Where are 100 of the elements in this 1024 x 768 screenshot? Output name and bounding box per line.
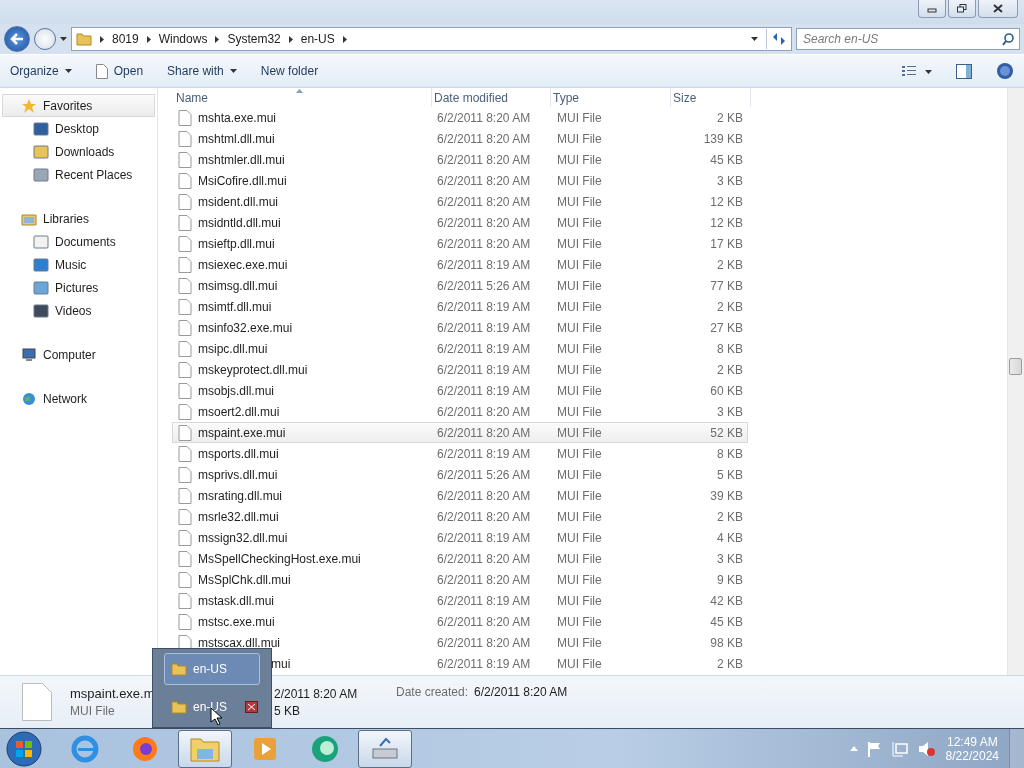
- file-row[interactable]: msobjs.dll.mui 6/2/2011 8:19 AM MUI File 60 KB: [172, 380, 748, 401]
- file-row[interactable]: mskeyprotect.dll.mui 6/2/2011 8:19 AM MUI File 2 KB: [172, 359, 748, 380]
- taskbar-button[interactable]: [358, 729, 412, 768]
- nav-item[interactable]: Favorites: [2, 94, 155, 117]
- date-created-label: Date created:: [396, 685, 469, 699]
- breadcrumb[interactable]: System32: [227, 32, 281, 46]
- file-row[interactable]: msrle32.dll.mui 6/2/2011 8:20 AM MUI File 2 KB: [172, 506, 748, 527]
- nav-item[interactable]: Music: [2, 253, 155, 276]
- nav-item[interactable]: Videos: [2, 299, 155, 322]
- file-type: MUI File: [556, 362, 603, 377]
- restore-button[interactable]: [948, 0, 976, 18]
- file-size: 42 KB: [709, 593, 743, 608]
- file-row[interactable]: msimtf.dll.mui 6/2/2011 8:19 AM MUI File 2 KB: [172, 296, 748, 317]
- forward-button[interactable]: [34, 28, 56, 50]
- menu-button[interactable]: Organize: [10, 62, 72, 80]
- muted-speaker-icon[interactable]: [917, 740, 936, 757]
- address-bar[interactable]: 8019 Windows System32 en-US: [71, 27, 792, 51]
- file-row[interactable]: msieftp.dll.mui 6/2/2011 8:20 AM MUI File 17 KB: [172, 233, 748, 254]
- file-row[interactable]: msinfo32.exe.mui 6/2/2011 8:19 AM MUI File 27 KB: [172, 317, 748, 338]
- column-header[interactable]: Date modified: [432, 88, 551, 107]
- nav-item[interactable]: Pictures: [2, 276, 155, 299]
- date-modified: 6/2/2011 8:20 AM: [436, 194, 532, 209]
- file-row[interactable]: mssign32.dll.mui 6/2/2011 8:19 AM MUI File 4 KB: [172, 527, 748, 548]
- restore-icon: [957, 4, 967, 13]
- nav-item[interactable]: Desktop: [2, 117, 155, 140]
- file-row[interactable]: msrating.dll.mui 6/2/2011 8:20 AM MUI File 39 KB: [172, 485, 748, 506]
- view-options-icon[interactable]: [902, 65, 932, 77]
- toolbar-button[interactable]: New folder: [260, 62, 319, 80]
- file-row[interactable]: mshtml.dll.mui 6/2/2011 8:20 AM MUI File 139 KB: [172, 128, 748, 149]
- file-icon: [178, 382, 192, 399]
- nav-item[interactable]: Downloads: [2, 140, 155, 163]
- file-row[interactable]: msimsg.dll.mui 6/2/2011 5:26 AM MUI File 77 KB: [172, 275, 748, 296]
- file-row[interactable]: mshta.exe.mui 6/2/2011 8:20 AM MUI File 2 KB: [172, 107, 748, 128]
- breadcrumb[interactable]: 8019: [112, 32, 139, 46]
- file-size: 5 KB: [716, 467, 743, 482]
- nav-item[interactable]: Recent Places: [2, 163, 155, 186]
- file-type: MUI File: [556, 656, 603, 671]
- back-button[interactable]: [4, 26, 30, 52]
- window-list-item[interactable]: en-US: [164, 691, 260, 723]
- file-size: 3 KB: [716, 173, 743, 188]
- file-icon: [178, 214, 192, 231]
- help-icon[interactable]: [996, 62, 1014, 80]
- file-row[interactable]: msprivs.dll.mui 6/2/2011 5:26 AM MUI File 5 KB: [172, 464, 748, 485]
- nav-item[interactable]: Computer: [2, 343, 155, 366]
- file-name: msprivs.dll.mui: [198, 467, 278, 482]
- scrollbar[interactable]: [1007, 88, 1024, 675]
- file-type: MUI File: [556, 488, 603, 503]
- globe-icon: [21, 390, 37, 407]
- file-icon: [178, 466, 192, 483]
- nav-item[interactable]: Network: [2, 387, 155, 410]
- start-button[interactable]: [4, 729, 44, 768]
- close-icon[interactable]: [245, 701, 258, 713]
- column-header[interactable]: Size: [671, 88, 751, 107]
- file-size: 8 KB: [716, 341, 743, 356]
- nav-item[interactable]: Libraries: [2, 207, 155, 230]
- file-type: MUI File: [556, 530, 603, 545]
- close-button[interactable]: [978, 0, 1018, 18]
- date-modified: 6/2/2011 8:20 AM: [436, 173, 532, 188]
- column-header[interactable]: Type: [551, 88, 671, 107]
- file-row[interactable]: msident.dll.mui 6/2/2011 8:20 AM MUI File 12 KB: [172, 191, 748, 212]
- file-row[interactable]: mstask.dll.mui 6/2/2011 8:19 AM MUI File 42 KB: [172, 590, 748, 611]
- file-row[interactable]: MsSpellCheckingHost.exe.mui 6/2/2011 8:20 AM MUI File 3 KB: [172, 548, 748, 569]
- file-row[interactable]: msiexec.exe.mui 6/2/2011 8:19 AM MUI File 2 KB: [172, 254, 748, 275]
- nav-item[interactable]: Documents: [2, 230, 155, 253]
- caret-icon: [229, 69, 237, 73]
- open-button[interactable]: Open: [95, 61, 144, 81]
- file-icon: [178, 193, 192, 210]
- folder-icon: [171, 699, 187, 715]
- breadcrumb[interactable]: en-US: [300, 32, 335, 46]
- taskbar-button[interactable]: [178, 729, 232, 768]
- window-list-item[interactable]: en-US: [164, 653, 260, 685]
- date-modified: 6/2/2011 8:20 AM: [436, 551, 532, 566]
- menu-button[interactable]: Share with: [167, 62, 237, 80]
- search-field[interactable]: Search en-US: [796, 28, 1020, 50]
- breadcrumb[interactable]: Windows: [158, 32, 208, 46]
- chevron-icon: [215, 35, 220, 43]
- file-type: MUI File: [556, 110, 603, 125]
- file-icon: [178, 571, 192, 588]
- file-name: mspaint.exe.mui: [198, 425, 286, 440]
- file-row[interactable]: msoert2.dll.mui 6/2/2011 8:20 AM MUI File 3 KB: [172, 401, 748, 422]
- date-modified: 6/2/2011 8:20 AM: [436, 425, 532, 440]
- file-row[interactable]: mspaint.exe.mui 6/2/2011 8:20 AM MUI File 52 KB: [172, 422, 748, 443]
- file-row[interactable]: MsiCofire.dll.mui 6/2/2011 8:20 AM MUI File 3 KB: [172, 170, 748, 191]
- preview-pane-icon[interactable]: [956, 63, 972, 79]
- file-row[interactable]: msidntld.dll.mui 6/2/2011 8:20 AM MUI File 12 KB: [172, 212, 748, 233]
- file-name: msrle32.dll.mui: [198, 509, 279, 524]
- date-modified: 6/2/2011 8:19 AM: [436, 299, 532, 314]
- date-modified: 6/2/2011 8:20 AM: [436, 131, 532, 146]
- scroll-thumb[interactable]: [1009, 358, 1022, 375]
- file-icon: [178, 424, 192, 441]
- file-name: mssign32.dll.mui: [198, 530, 288, 545]
- folder-icon: [76, 31, 92, 47]
- file-row[interactable]: MsSplChk.dll.mui 6/2/2011 8:20 AM MUI File 9 KB: [172, 569, 748, 590]
- file-row[interactable]: mshtmler.dll.mui 6/2/2011 8:20 AM MUI File 45 KB: [172, 149, 748, 170]
- file-row[interactable]: mstsc.exe.mui 6/2/2011 8:20 AM MUI File 45 KB: [172, 611, 748, 632]
- file-row[interactable]: msipc.dll.mui 6/2/2011 8:19 AM MUI File 8 KB: [172, 338, 748, 359]
- file-type: MUI File: [556, 173, 603, 188]
- date-modified: 6/2/2011 5:26 AM: [436, 467, 532, 482]
- file-row[interactable]: msports.dll.mui 6/2/2011 8:19 AM MUI File 8 KB: [172, 443, 748, 464]
- date-modified: 6/2/2011 8:20 AM: [436, 488, 532, 503]
